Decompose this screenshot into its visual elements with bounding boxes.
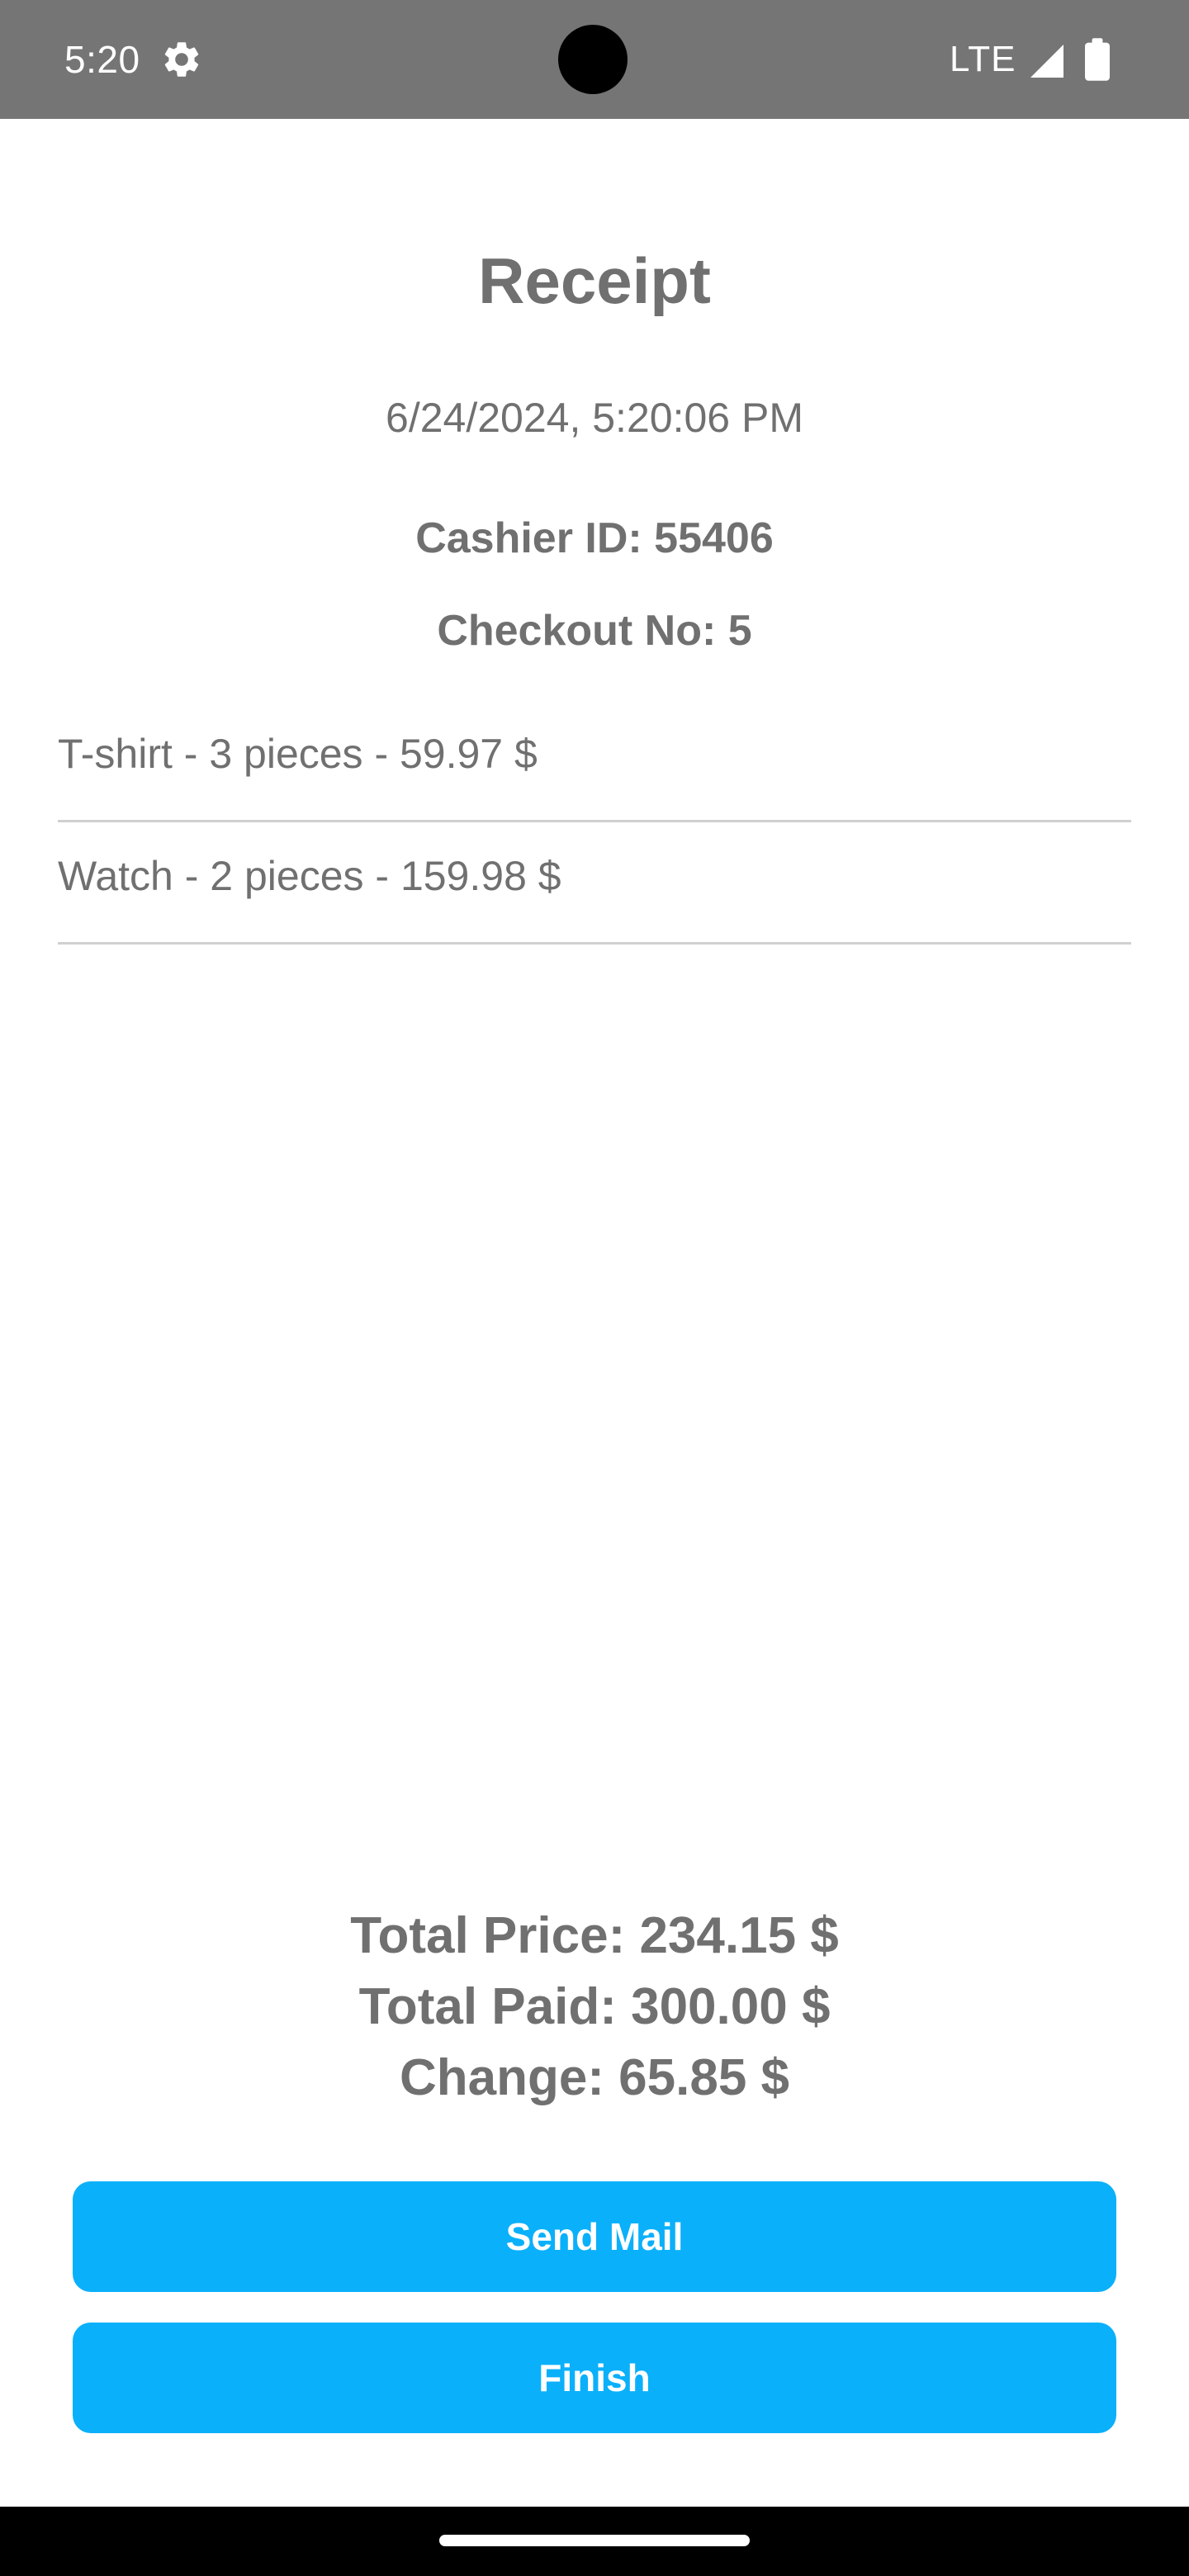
gear-icon (164, 42, 199, 77)
totals-section: Total Price: 234.15 $ Total Paid: 300.00… (0, 1901, 1189, 2114)
receipt-items-list: T-shirt - 3 pieces - 59.97 $ Watch - 2 p… (58, 700, 1131, 945)
home-gesture-handle[interactable] (439, 2535, 750, 2546)
status-time: 5:20 (64, 38, 140, 81)
send-mail-button[interactable]: Send Mail (73, 2181, 1116, 2292)
cashier-id: Cashier ID: 55406 (415, 514, 774, 562)
network-type: LTE (950, 39, 1016, 79)
signal-icon (1030, 45, 1063, 78)
item-text: T-shirt - 3 pieces - 59.97 $ (58, 730, 538, 777)
receipt-screen: 5:20 LTE Receipt 6/24/2024, 5:20:06 PM C… (0, 0, 1189, 2576)
status-bar: 5:20 LTE (0, 0, 1189, 119)
change-amount: Change: 65.85 $ (399, 2049, 790, 2106)
item-text: Watch - 2 pieces - 159.98 $ (58, 852, 561, 899)
page-title: Receipt (478, 244, 711, 317)
finish-button[interactable]: Finish (73, 2323, 1116, 2433)
checkout-number: Checkout No: 5 (437, 607, 752, 655)
camera-cutout (558, 25, 628, 94)
navigation-bar (0, 2507, 1189, 2576)
list-item: Watch - 2 pieces - 159.98 $ (58, 822, 1131, 945)
battery-icon (1085, 38, 1110, 81)
total-paid: Total Paid: 300.00 $ (358, 1978, 831, 2035)
list-item: T-shirt - 3 pieces - 59.97 $ (58, 700, 1131, 822)
total-price: Total Price: 234.15 $ (350, 1907, 839, 1964)
receipt-datetime: 6/24/2024, 5:20:06 PM (386, 395, 803, 441)
